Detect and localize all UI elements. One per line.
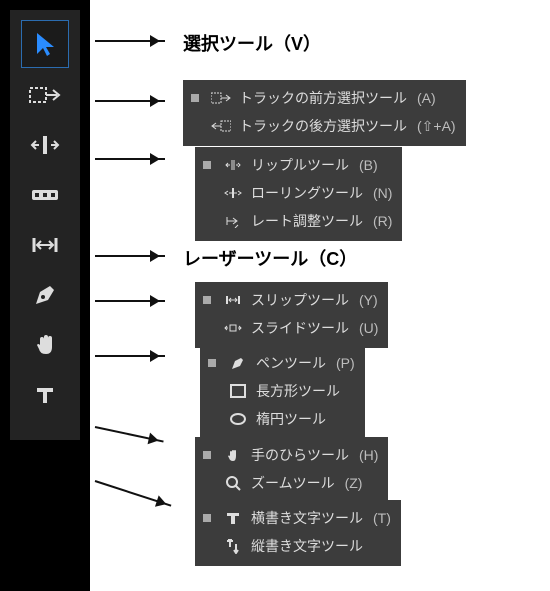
arrow [95, 158, 165, 160]
slide-icon [223, 318, 243, 338]
menu-item[interactable]: ローリングツール (N) [203, 179, 392, 207]
menu-item[interactable]: 横書き文字ツール (T) [203, 504, 391, 532]
arrow [95, 255, 165, 257]
menu-label: ペンツール [256, 353, 326, 373]
shortcut: (B) [359, 157, 378, 173]
hand-tool[interactable] [22, 322, 68, 368]
shortcut: (Z) [345, 475, 363, 491]
menu-label: トラックの前方選択ツール [239, 88, 407, 108]
shortcut: (H) [359, 447, 378, 463]
shortcut: (⇧+A) [417, 118, 456, 135]
flyout-ripple: リップルツール (B) ローリングツール (N) レート調整ツール (R) [195, 147, 402, 241]
menu-item[interactable]: リップルツール (B) [203, 151, 392, 179]
arrow [95, 100, 165, 102]
zoom-icon [223, 473, 243, 493]
menu-item[interactable]: 楕円ツール [208, 405, 355, 433]
menu-label: トラックの後方選択ツール [239, 116, 407, 136]
menu-item[interactable]: トラックの前方選択ツール (A) [191, 84, 456, 112]
selection-tool[interactable] [21, 20, 69, 68]
text-icon [33, 383, 57, 407]
rate-icon [223, 211, 243, 231]
shortcut: (T) [373, 510, 391, 526]
razor-icon [30, 184, 60, 206]
menu-item[interactable]: ズームツール (Z) [203, 469, 378, 497]
active-marker [203, 296, 211, 304]
menu-label: 縦書き文字ツール [251, 536, 363, 556]
slip-small-icon [223, 290, 243, 310]
pen-small-icon [228, 353, 248, 373]
pen-tool[interactable] [22, 272, 68, 318]
pen-icon [32, 282, 58, 308]
shortcut: (A) [417, 90, 436, 106]
flyout-pen: ペンツール (P) 長方形ツール 楕円ツール [200, 345, 365, 439]
menu-item[interactable]: トラックの後方選択ツール (⇧+A) [191, 112, 456, 140]
track-select-tool[interactable] [22, 72, 68, 118]
menu-label: ズームツール [251, 473, 335, 493]
arrow [95, 40, 165, 42]
menu-item[interactable]: スリップツール (Y) [203, 286, 378, 314]
shortcut: (N) [373, 185, 392, 201]
ripple-small-icon [223, 155, 243, 175]
menu-label: 楕円ツール [256, 409, 326, 429]
flyout-hand: 手のひらツール (H) ズームツール (Z) [195, 437, 388, 503]
menu-label: 手のひらツール [251, 445, 349, 465]
shortcut: (R) [373, 213, 392, 229]
ripple-tool[interactable] [22, 122, 68, 168]
menu-label: レート調整ツール [251, 211, 363, 231]
flyout-track: トラックの前方選択ツール (A) トラックの後方選択ツール (⇧+A) [183, 80, 466, 146]
menu-label: スリップツール [251, 290, 349, 310]
hand-icon [32, 332, 58, 358]
menu-item[interactable]: 長方形ツール [208, 377, 355, 405]
razor-tool[interactable] [22, 172, 68, 218]
toolbar [10, 10, 80, 440]
shortcut: (Y) [359, 292, 378, 308]
menu-label: 横書き文字ツール [251, 508, 363, 528]
menu-label: ローリングツール [251, 183, 363, 203]
horizontal-text-icon [223, 508, 243, 528]
shortcut: (U) [359, 320, 378, 336]
track-backward-icon [211, 116, 231, 136]
selection-label: 選択ツール（V） [183, 30, 321, 56]
rectangle-icon [228, 381, 248, 401]
active-marker [203, 161, 211, 169]
menu-item[interactable]: 縦書き文字ツール [203, 532, 391, 560]
hand-small-icon [223, 445, 243, 465]
arrow [95, 300, 165, 302]
track-forward-icon [29, 83, 61, 107]
ripple-icon [30, 133, 60, 157]
cursor-icon [31, 30, 59, 58]
active-marker [208, 359, 216, 367]
shortcut: (P) [336, 355, 355, 371]
menu-item[interactable]: 手のひらツール (H) [203, 441, 378, 469]
menu-label: リップルツール [251, 155, 349, 175]
menu-item[interactable]: ペンツール (P) [208, 349, 355, 377]
menu-label: スライドツール [251, 318, 349, 338]
menu-label: 長方形ツール [256, 381, 340, 401]
track-forward-icon [211, 88, 231, 108]
arrow [95, 355, 165, 357]
flyout-slip: スリップツール (Y) スライドツール (U) [195, 282, 388, 348]
text-tool[interactable] [22, 372, 68, 418]
active-marker [203, 514, 211, 522]
razor-label: レーザーツール（C） [183, 245, 357, 271]
rolling-icon [223, 183, 243, 203]
active-marker [203, 451, 211, 459]
ellipse-icon [228, 409, 248, 429]
slip-icon [30, 234, 60, 256]
active-marker [191, 94, 199, 102]
slip-tool[interactable] [22, 222, 68, 268]
vertical-text-icon [223, 536, 243, 556]
menu-item[interactable]: スライドツール (U) [203, 314, 378, 342]
flyout-text: 横書き文字ツール (T) 縦書き文字ツール [195, 500, 401, 566]
menu-item[interactable]: レート調整ツール (R) [203, 207, 392, 235]
